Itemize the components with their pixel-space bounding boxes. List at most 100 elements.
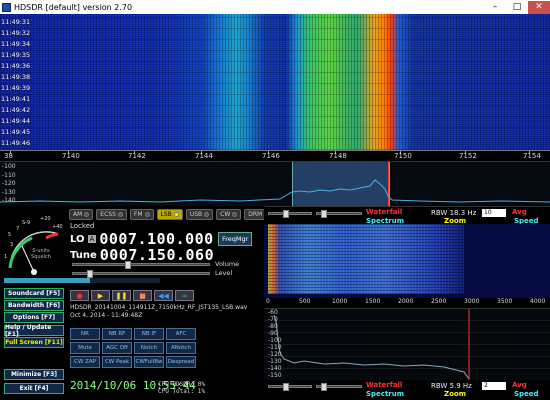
mode-label: FM [133, 211, 143, 218]
side-button-2[interactable]: Options [F7] [4, 312, 64, 323]
af-waterfall-slider-2[interactable] [316, 210, 362, 218]
dsp-button-despread[interactable]: Despread [166, 356, 196, 368]
frequency-label: 7142 [128, 152, 146, 160]
freqmgr-button[interactable]: FreqMgr [218, 232, 253, 246]
avg-select-bottom[interactable]: 2 [482, 382, 506, 390]
mode-button-cw[interactable]: CW [216, 209, 242, 220]
af-waterfall[interactable] [264, 224, 550, 298]
mode-button-ecss[interactable]: ECSS [96, 209, 127, 220]
waterfall-time-label: 11:49:41 [1, 95, 31, 103]
af-frequency-label: 500 [299, 298, 311, 305]
waterfall-time-label: 11:49:42 [1, 106, 31, 114]
maximize-button[interactable]: □ [506, 1, 528, 14]
lo-label: LO [70, 233, 85, 245]
dsp-button-agc-off[interactable]: AGC Off [102, 342, 132, 354]
level-slider-thumb[interactable] [87, 270, 93, 278]
dsp-button-cw-zap[interactable]: CW ZAP [70, 356, 100, 368]
minimize-button[interactable]: – [484, 1, 506, 14]
af-waterfall-image [268, 224, 464, 294]
af-frequency-label: 4000 [530, 298, 546, 305]
volume-slider-thumb[interactable] [125, 261, 131, 269]
pause-button[interactable]: ❚❚ [112, 290, 131, 301]
main-spectrum[interactable]: -100 -110 -120 -130 -140 [0, 161, 550, 206]
mode-label: DRM [248, 211, 263, 218]
side-button-6[interactable]: Exit [F4] [4, 383, 64, 394]
spectrum-db-label: -120 [2, 180, 16, 187]
dsp-button-cwfullbw[interactable]: CWFullBw [134, 356, 164, 368]
waterfall-time-label: 11:49:39 [1, 84, 31, 92]
file-date: Oct 4, 2014 - 11:49:48Z [70, 312, 143, 319]
waterfall-time-label: 11:49:44 [1, 117, 31, 125]
mode-button-am[interactable]: AM [69, 209, 94, 220]
frequency-scale[interactable]: 38 7140 7142 7144 7146 7148 7150 7152 7154 [0, 150, 550, 161]
spectrum-db-label: -100 [2, 163, 16, 170]
record-button[interactable]: ● [70, 290, 89, 301]
volume-slider[interactable] [72, 261, 210, 269]
mode-button-usb[interactable]: USB [185, 209, 214, 220]
mode-label: LSB [160, 211, 172, 218]
frequency-label: 38 [4, 152, 13, 160]
frequency-label: 7146 [262, 152, 280, 160]
spectrum-trace [0, 179, 550, 203]
side-button-4[interactable]: Full Screen [F11] [4, 337, 64, 348]
mode-label: ECSS [100, 211, 116, 218]
loop-button[interactable]: ∞ [175, 290, 194, 301]
side-button-3[interactable]: Help / Update [F1] [4, 324, 64, 338]
side-button-1[interactable]: Bandwidth [F6] [4, 300, 64, 311]
cpu-total: CPU Total: 1% [158, 388, 205, 395]
frequency-label: 7144 [195, 152, 213, 160]
af-frequency-label: 2500 [431, 298, 447, 305]
cpu-info: CPU HDSDR: 0% CPU Total: 1% [158, 381, 205, 395]
side-button-0[interactable]: Soundcard [F5] [4, 288, 64, 299]
main-waterfall[interactable]: 11:49:31 11:49:32 11:49:34 11:49:35 11:49:36… [0, 14, 550, 150]
s-meter-scale-label: 7 [16, 226, 20, 232]
dsp-button-afc[interactable]: AFC [166, 328, 196, 340]
af-waterfall-slider-1[interactable] [268, 210, 312, 218]
af-spectrum-slider-2[interactable] [316, 383, 362, 391]
dsp-button-anotch[interactable]: ANotch [166, 342, 196, 354]
frequency-label: 7140 [62, 152, 80, 160]
af-db-label: -80 [268, 323, 278, 330]
slider-thumb[interactable] [321, 383, 327, 391]
side-button-5[interactable]: Minimize [F3] [4, 369, 64, 380]
stop-button[interactable]: ■ [133, 290, 152, 301]
close-button[interactable]: ✕ [528, 0, 550, 14]
slider-thumb[interactable] [283, 383, 289, 391]
app-icon [2, 2, 11, 12]
slider-thumb[interactable] [283, 210, 289, 218]
af-spectrum[interactable]: -60 -70 -80 -90 -100 -110 -120 -130 -140 -150 [264, 308, 550, 381]
frequency-label: 7154 [523, 152, 541, 160]
dsp-button-cw-peak[interactable]: CW Peak [102, 356, 132, 368]
title-bar: HDSDR [default] version 2.70 – □ ✕ [0, 0, 550, 14]
s-meter-scale-label: 1 [4, 254, 8, 260]
af-controls-top: Waterfall Spectrum RBW 18.3 Hz 10 Avg Zo… [264, 206, 550, 225]
mode-button-fm[interactable]: FM [129, 209, 154, 220]
af-frequency-label: 3000 [464, 298, 480, 305]
level-label: Level [215, 269, 233, 277]
af-db-label: -70 [268, 316, 278, 323]
rbw-label-bottom: RBW 5.9 Hz [431, 382, 472, 390]
mode-indicator-icon [173, 212, 179, 217]
af-db-label: -130 [268, 358, 282, 365]
slider-thumb[interactable] [321, 210, 327, 218]
dsp-button-nr[interactable]: NR [70, 328, 100, 340]
dsp-button-nb-rf[interactable]: NB RF [102, 328, 132, 340]
waterfall-lines [0, 14, 550, 150]
rewind-button[interactable]: ◀◀ [154, 290, 173, 301]
lo-a-badge[interactable]: A [87, 235, 97, 243]
af-frequency-label: 1500 [365, 298, 381, 305]
signal-level-fill [4, 278, 90, 283]
dsp-button-nb-if[interactable]: NB IF [134, 328, 164, 340]
play-button[interactable]: ▶ [91, 290, 110, 301]
af-spectrum-slider-1[interactable] [268, 383, 312, 391]
dsp-button-mute[interactable]: Mute [70, 342, 100, 354]
waterfall-time-label: 11:49:35 [1, 51, 31, 59]
dsp-button-notch[interactable]: Notch [134, 342, 164, 354]
af-spectrum-trace [273, 309, 470, 381]
s-meter-scale-label: 5 [8, 232, 12, 238]
tune-frequency[interactable]: 0007.150.060 [100, 246, 214, 264]
level-slider[interactable] [72, 270, 210, 278]
speed-label-bottom: Speed [514, 390, 539, 398]
mode-button-lsb[interactable]: LSB [156, 209, 183, 220]
avg-select-top[interactable]: 10 [482, 209, 506, 217]
